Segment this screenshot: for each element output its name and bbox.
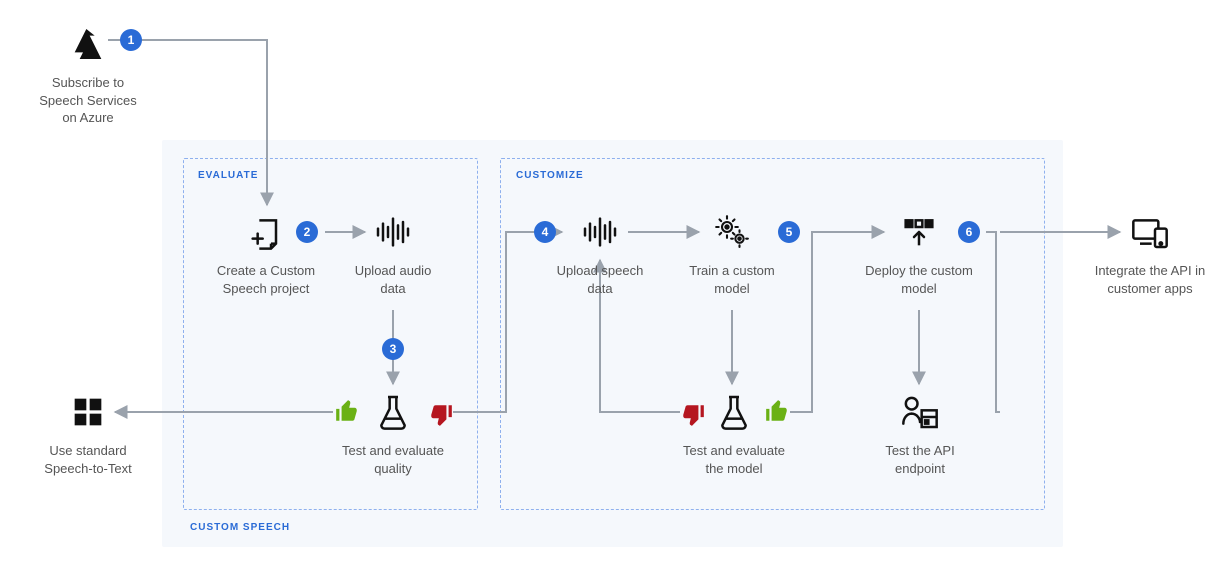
node-create-project-label: Create a Custom Speech project: [206, 262, 326, 297]
node-train-model-label: Train a custom model: [680, 262, 784, 297]
step-badge-3: 3: [382, 338, 404, 360]
node-use-standard-label: Use standard Speech-to-Text: [28, 442, 148, 477]
node-upload-audio-label: Upload audio data: [348, 262, 438, 297]
customize-box-label: CUSTOMIZE: [516, 170, 584, 181]
evaluate-box-label: EVALUATE: [198, 170, 258, 181]
node-test-endpoint: Test the API endpoint: [870, 390, 970, 477]
windows-squares-icon: [66, 390, 110, 434]
devices-icon: [1128, 210, 1172, 254]
thumb-down-icon: [680, 402, 706, 428]
node-use-standard: Use standard Speech-to-Text: [28, 390, 148, 477]
gears-icon: [710, 210, 754, 254]
node-integrate: Integrate the API in customer apps: [1090, 210, 1210, 297]
azure-logo-icon: [66, 22, 110, 66]
node-subscribe-label: Subscribe to Speech Services on Azure: [33, 74, 143, 127]
new-project-icon: [244, 210, 288, 254]
node-deploy-model: Deploy the custom model: [864, 210, 974, 297]
node-subscribe: Subscribe to Speech Services on Azure: [33, 22, 143, 127]
deploy-icon: [897, 210, 941, 254]
audio-wave-icon: [578, 210, 622, 254]
api-test-icon: [898, 390, 942, 434]
node-test-quality-label: Test and evaluate quality: [335, 442, 451, 477]
flask-icon: [371, 390, 415, 434]
node-upload-speech-label: Upload speech data: [552, 262, 648, 297]
node-upload-audio: Upload audio data: [348, 210, 438, 297]
node-test-model-label: Test and evaluate the model: [676, 442, 792, 477]
node-upload-speech: Upload speech data: [552, 210, 648, 297]
node-deploy-model-label: Deploy the custom model: [864, 262, 974, 297]
thumb-up-icon: [764, 398, 790, 424]
node-integrate-label: Integrate the API in customer apps: [1090, 262, 1210, 297]
thumb-down-icon: [428, 402, 454, 428]
node-test-endpoint-label: Test the API endpoint: [870, 442, 970, 477]
node-create-project: Create a Custom Speech project: [206, 210, 326, 297]
custom-speech-panel-label: CUSTOM SPEECH: [190, 522, 290, 533]
node-train-model: Train a custom model: [680, 210, 784, 297]
audio-wave-icon: [371, 210, 415, 254]
thumb-up-icon: [334, 398, 360, 424]
flask-icon: [712, 390, 756, 434]
